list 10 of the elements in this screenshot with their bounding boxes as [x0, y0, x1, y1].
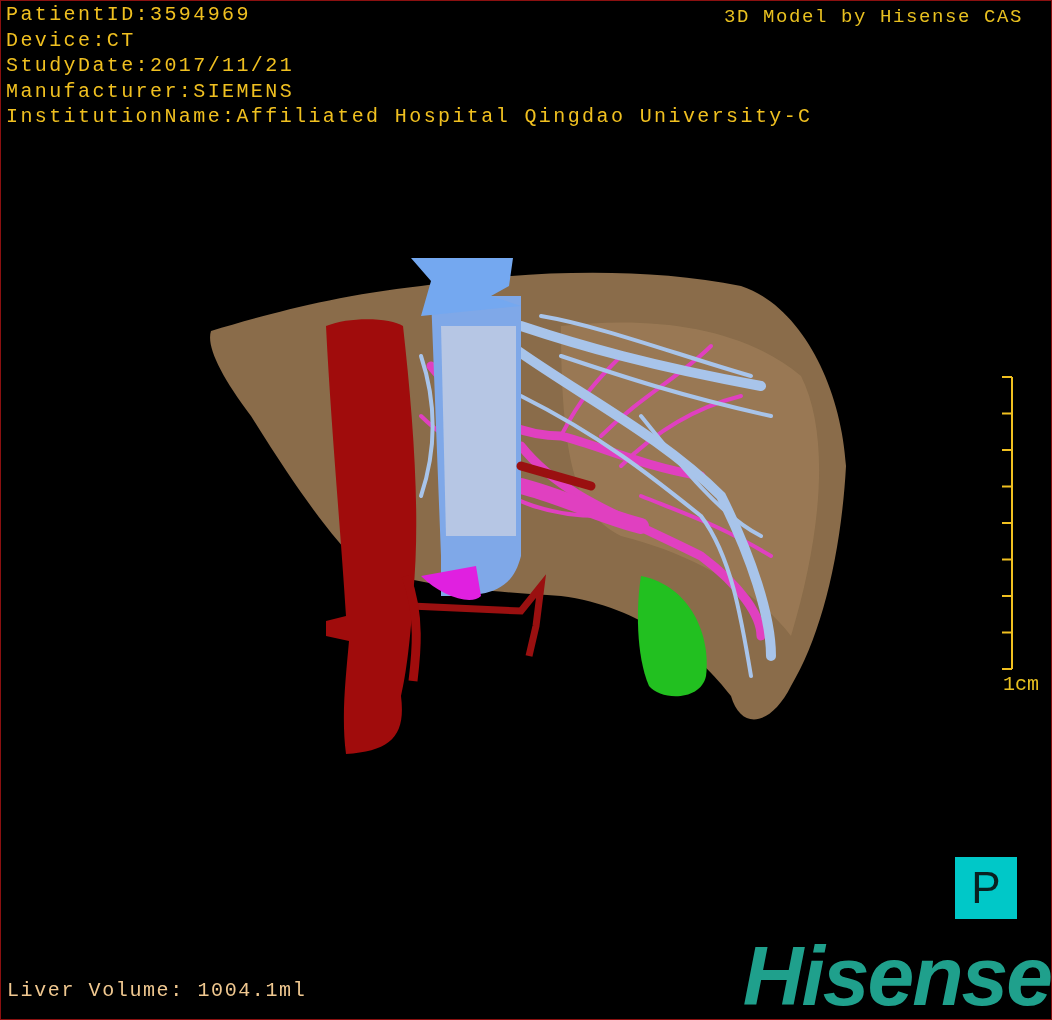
liver-volume-text: Liver Volume: 1004.1ml — [6, 979, 307, 1004]
patient-info-text: InstitutionName:Affiliated Hospital Qingdao University-C — [6, 104, 813, 130]
patient-info-text: Device:CT — [6, 27, 136, 53]
logo-text: Hisense — [742, 941, 1051, 1011]
scale-label: 1cm — [1003, 673, 1039, 697]
view-orientation-badge: P — [955, 857, 1017, 919]
patient-info-text: PatientID:3594969 — [6, 2, 251, 28]
patient-info-text: Manufacturer:SIEMENS — [6, 78, 295, 104]
model-credit-text: 3D Model by Hisense CAS — [723, 5, 1023, 30]
patient-info-text: StudyDate:2017/11/21 — [6, 53, 295, 79]
